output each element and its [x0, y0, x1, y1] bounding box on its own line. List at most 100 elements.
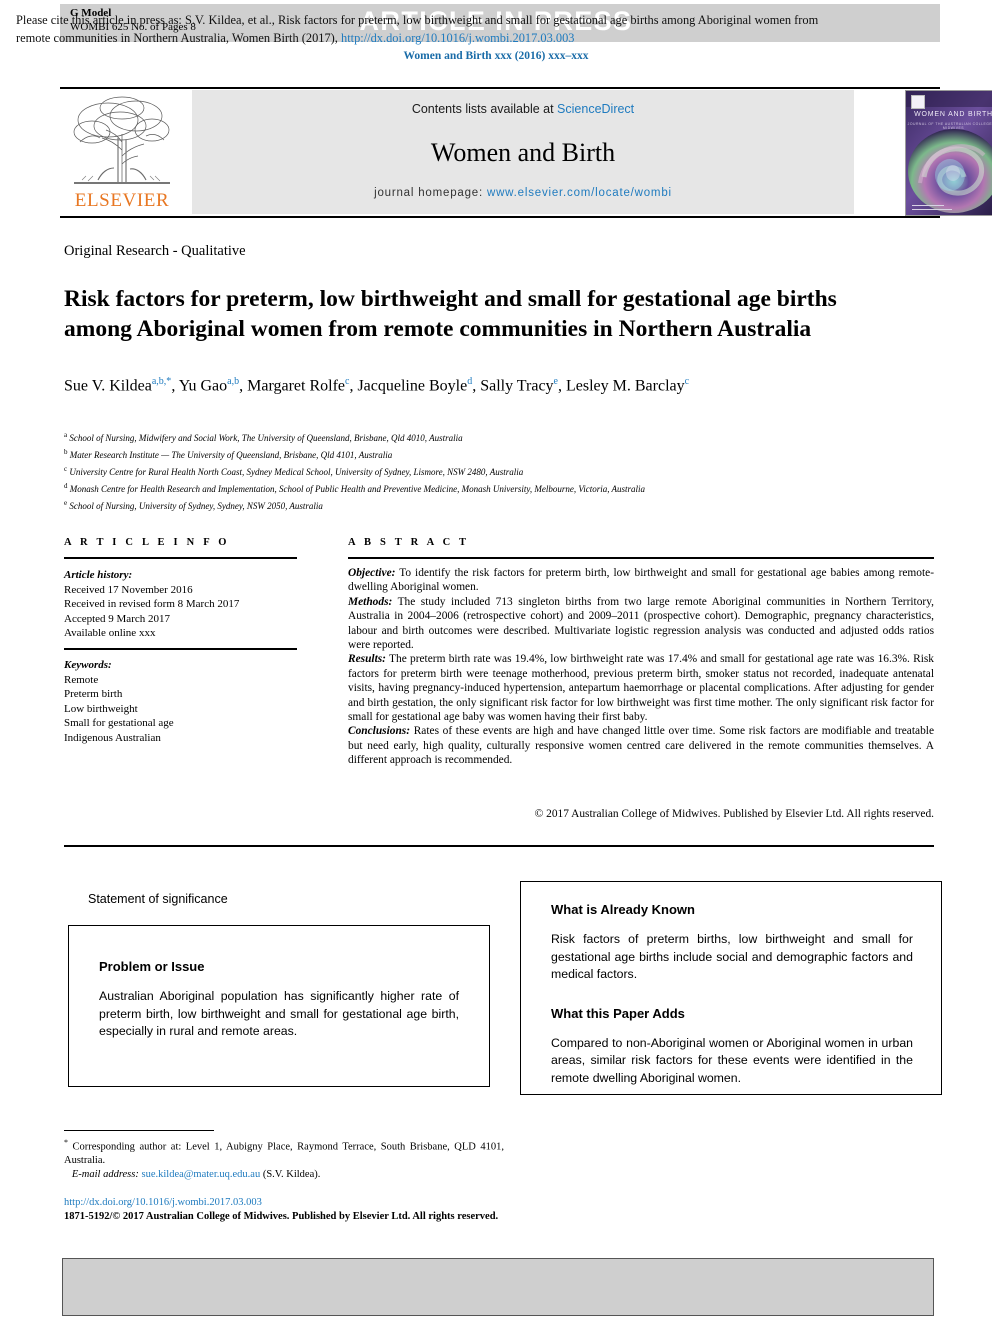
abstract-results: Results: The preterm birth rate was 19.4…	[348, 652, 934, 724]
affiliation-text: School of Nursing, Midwifery and Social …	[69, 433, 463, 443]
affiliation-item: d Monash Centre for Health Research and …	[64, 479, 934, 496]
cover-artwork	[906, 91, 992, 215]
what-this-paper-adds-body: Compared to non-Aboriginal women or Abor…	[551, 1035, 913, 1085]
cover-footer-rule-2	[912, 204, 944, 206]
article-info-heading: A R T I C L E I N F O	[64, 537, 230, 548]
significance-box-left: Problem or Issue Australian Aboriginal p…	[68, 925, 490, 1087]
masthead-bottom-rule	[60, 216, 940, 218]
abstract-conclusions-label: Conclusions:	[348, 725, 411, 738]
cite-this-article-box	[62, 1258, 934, 1316]
abstract-methods: Methods: The study included 713 singleto…	[348, 595, 934, 653]
keyword-item: Small for gestational age	[64, 717, 174, 729]
cite-doi-link[interactable]: http://dx.doi.org/10.1016/j.wombi.2017.0…	[341, 31, 574, 45]
journal-homepage-line: journal homepage: www.elsevier.com/locat…	[192, 187, 854, 199]
journal-cover-thumbnail: WOMEN AND BIRTH JOURNAL OF THE AUSTRALIA…	[905, 90, 992, 216]
abstract-heading: A B S T R A C T	[348, 537, 470, 548]
abstract-body: Objective: To identify the risk factors …	[348, 566, 934, 768]
statement-of-significance-title: Statement of significance	[88, 892, 228, 906]
abstract-results-label: Results:	[348, 653, 386, 666]
masthead: ELSEVIER Contents lists available at Sci…	[60, 90, 992, 216]
homepage-url-link[interactable]: www.elsevier.com/locate/wombi	[487, 187, 672, 199]
affiliation-item: a School of Nursing, Midwifery and Socia…	[64, 428, 934, 445]
asterisk-icon: *	[64, 1138, 68, 1147]
email-attribution: (S.V. Kildea).	[262, 1168, 321, 1180]
abstract-methods-label: Methods:	[348, 595, 393, 608]
significance-box-right: What is Already Known Risk factors of pr…	[520, 881, 942, 1095]
keywords-rule	[64, 648, 297, 650]
article-history-item: Received in revised form 8 March 2017	[64, 598, 240, 610]
keyword-item: Low birthweight	[64, 702, 138, 715]
article-history-items: Received 17 November 2016 Received in rev…	[64, 583, 304, 641]
abstract-objective-text: To identify the risk factors for preterm…	[348, 567, 934, 594]
affiliation-text: School of Nursing, University of Sydney,…	[69, 501, 323, 511]
affiliation-item: c University Centre for Rural Health Nor…	[64, 462, 934, 479]
affiliation-marker: c	[64, 465, 68, 473]
keywords-items: Remote Preterm birth Low birthweight Small …	[64, 673, 304, 746]
article-history-label: Article history:	[64, 569, 133, 581]
affiliation-marker: b	[64, 448, 68, 456]
affiliation-marker: d	[64, 482, 68, 490]
author-list: Sue V. Kildeaa,b,*, Yu Gaoa,b, Margaret …	[64, 376, 690, 395]
abstract-methods-text: The study included 713 singleton births …	[348, 595, 934, 652]
abstract-objective: Objective: To identify the risk factors …	[348, 566, 934, 595]
what-is-already-known-body: Risk factors of preterm births, low birt…	[551, 932, 913, 981]
doi-block: http://dx.doi.org/10.1016/j.wombi.2017.0…	[64, 1196, 564, 1224]
cover-subtitle-text: JOURNAL OF THE AUSTRALIAN COLLEGE OF MID…	[907, 122, 992, 130]
article-history-item: Available online xxx	[64, 627, 156, 639]
issn-copyright-line: 1871-5192/© 2017 Australian College of M…	[64, 1211, 499, 1222]
cover-title-text: WOMEN AND BIRTH	[914, 111, 992, 118]
keyword-item: Indigenous Australian	[64, 731, 161, 744]
email-address-link[interactable]: sue.kildea@mater.uq.edu.au	[141, 1169, 260, 1180]
footnote-rule	[64, 1130, 214, 1132]
corresponding-author-footnote: * Corresponding author at: Level 1, Aubi…	[64, 1136, 504, 1181]
what-is-already-known-heading: What is Already Known	[551, 902, 695, 917]
abstract-conclusions: Conclusions: Rates of these events are h…	[348, 724, 934, 767]
abstract-end-rule	[64, 845, 934, 847]
affiliation-text: Monash Centre for Health Research and Im…	[69, 484, 646, 494]
affiliation-list: a School of Nursing, Midwifery and Socia…	[64, 428, 934, 513]
contents-prefix: Contents lists available at	[411, 102, 558, 116]
article-info-rule	[64, 557, 297, 559]
significance-spacer	[551, 984, 913, 1006]
cite-this-article-text: Please cite this article in press as: S.…	[16, 11, 854, 47]
contents-available-line: Contents lists available at ScienceDirec…	[192, 102, 854, 116]
abstract-conclusions-text: Rates of these events are high and have …	[348, 725, 934, 767]
journal-citation-line: Women and Birth xxx (2016) xxx–xxx	[403, 50, 589, 62]
cover-footer-rule-1	[912, 208, 952, 210]
article-section-kind: Original Research - Qualitative	[64, 243, 246, 259]
affiliation-item: e School of Nursing, University of Sydne…	[64, 496, 934, 513]
problem-or-issue-heading: Problem or Issue	[99, 959, 205, 974]
sciencedirect-link[interactable]: ScienceDirect	[557, 102, 634, 116]
corresponding-author-text: Corresponding author at: Level 1, Aubign…	[64, 1141, 504, 1167]
affiliation-text: Mater Research Institute — The Universit…	[69, 450, 393, 460]
article-history-item: Accepted 9 March 2017	[64, 612, 170, 625]
masthead-top-rule	[60, 87, 940, 89]
keywords-block: Keywords: Remote Preterm birth Low birthwe…	[64, 658, 304, 745]
keyword-item: Remote	[64, 673, 99, 686]
keywords-label: Keywords:	[64, 659, 112, 671]
sciencedirect-box: Contents lists available at ScienceDirec…	[192, 90, 854, 214]
affiliation-text: University Centre for Rural Health North…	[69, 467, 524, 477]
abstract-results-text: The preterm birth rate was 19.4%, low bi…	[348, 653, 934, 724]
homepage-label: journal homepage:	[374, 187, 487, 199]
page-title: Risk factors for preterm, low birthweigh…	[64, 285, 837, 342]
abstract-copyright: © 2017 Australian College of Midwives. P…	[534, 808, 934, 820]
affiliation-item: b Mater Research Institute — The Univers…	[64, 445, 934, 462]
doi-link[interactable]: http://dx.doi.org/10.1016/j.wombi.2017.0…	[64, 1196, 564, 1210]
significance-right-inner: What is Already Known Risk factors of pr…	[551, 902, 913, 1087]
affiliation-marker: a	[64, 431, 68, 439]
cover-publisher-badge	[911, 95, 925, 109]
article-history-item: Received 17 November 2016	[64, 583, 193, 596]
problem-or-issue-body: Australian Aboriginal population has sig…	[99, 989, 459, 1038]
elsevier-wordmark: ELSEVIER	[74, 190, 170, 211]
elsevier-logo: ELSEVIER	[60, 90, 185, 214]
email-address-label: E-mail address:	[71, 1168, 139, 1180]
significance-left-inner: Problem or Issue Australian Aboriginal p…	[99, 959, 459, 1041]
abstract-rule	[348, 557, 934, 559]
what-this-paper-adds-heading: What this Paper Adds	[551, 1005, 685, 1021]
keyword-item: Preterm birth	[64, 688, 123, 700]
journal-title: Women and Birth	[430, 138, 616, 167]
affiliation-marker: e	[64, 499, 68, 507]
article-history-block: Article history: Received 17 November 20…	[64, 568, 304, 641]
elsevier-tree-icon	[73, 96, 170, 184]
